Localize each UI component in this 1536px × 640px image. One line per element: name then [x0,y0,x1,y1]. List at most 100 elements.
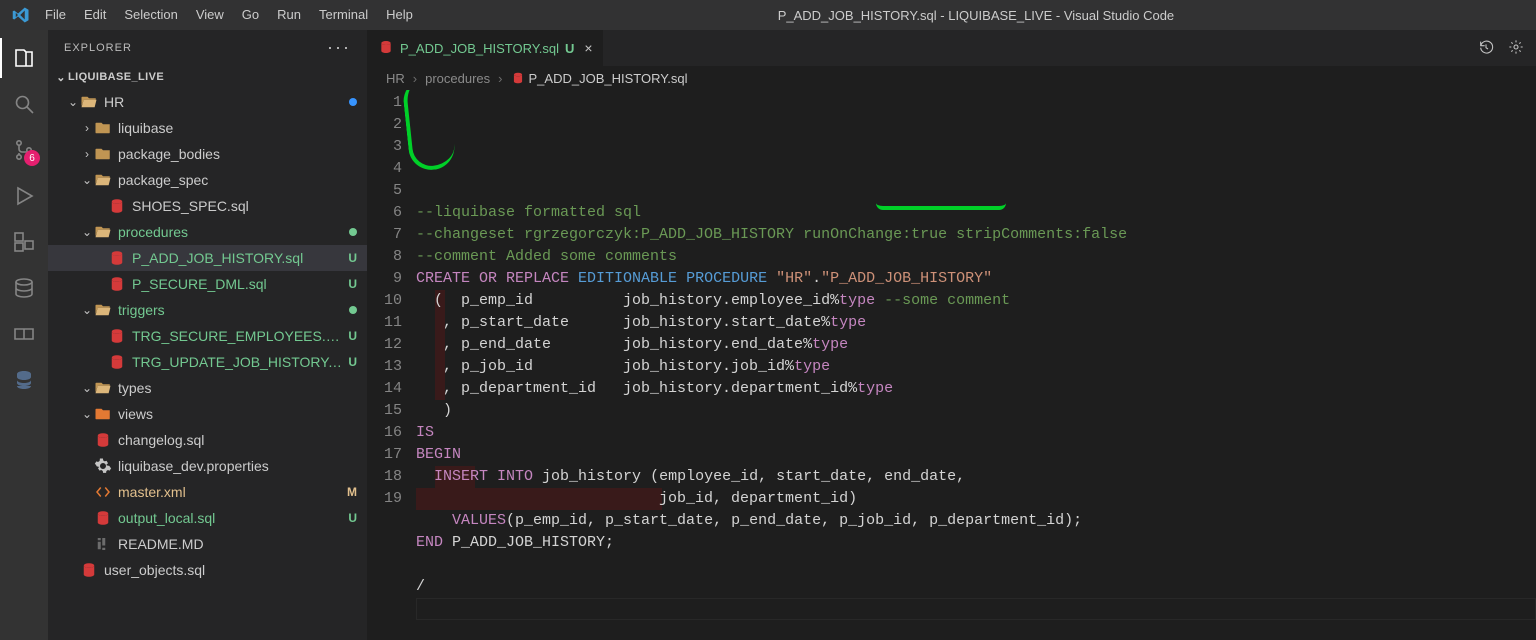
menu-item-run[interactable]: Run [268,7,310,22]
code-line[interactable]: END P_ADD_JOB_HISTORY; [416,532,1536,554]
chevron-down-icon: ⌄ [54,71,68,84]
modified-dot-icon [349,306,357,314]
vscode-logo-icon [12,6,30,24]
tree-file[interactable]: TRG_SECURE_EMPLOYEES.sqlU [48,323,367,349]
code-line[interactable]: , p_end_date job_history.end_date%type [416,334,1536,356]
folder-views-icon [94,405,112,423]
chevron-right-icon: › [409,71,421,86]
breadcrumb-item[interactable]: P_ADD_JOB_HISTORY.sql [529,71,688,86]
tree-folder[interactable]: ⌄package_spec [48,167,367,193]
code-content[interactable]: --liquibase formatted sql--changeset rgr… [416,92,1536,640]
tree-item-label: changelog.sql [118,432,357,448]
code-line[interactable]: / [416,576,1536,598]
chevron-icon: ⌄ [80,407,94,421]
database-file-icon [94,509,112,527]
code-line[interactable]: BEGIN [416,444,1536,466]
code-line[interactable]: , p_job_id job_history.job_id%type [416,356,1536,378]
database-file-icon [511,71,525,85]
tree-item-label: procedures [118,224,349,240]
tree-folder[interactable]: ⌄views [48,401,367,427]
database-file-icon [108,353,126,371]
code-line[interactable] [416,598,1536,620]
breadcrumbs[interactable]: HR › procedures › P_ADD_JOB_HISTORY.sql [368,66,1536,90]
activity-database-icon[interactable] [0,268,48,308]
code-line[interactable]: job_id, department_id) [416,488,1536,510]
activity-scm-icon[interactable]: 6 [0,130,48,170]
menu-item-selection[interactable]: Selection [115,7,186,22]
editor-tab[interactable]: P_ADD_JOB_HISTORY.sql U × [368,30,604,66]
tree-file[interactable]: user_objects.sql [48,557,367,583]
tree-file[interactable]: changelog.sql [48,427,367,453]
tree-item-label: triggers [118,302,349,318]
code-line[interactable]: --liquibase formatted sql [416,202,1536,224]
database-file-icon [108,275,126,293]
tab-status: U [565,41,574,56]
activity-remote-icon[interactable] [0,314,48,354]
code-line[interactable]: ( p_emp_id job_history.employee_id%type … [416,290,1536,312]
sidebar-section[interactable]: ⌄ LIQUIBASE_LIVE [48,65,367,89]
chevron-icon: ⌄ [66,95,80,109]
code-line[interactable]: IS [416,422,1536,444]
tree-file[interactable]: output_local.sql U [48,505,367,531]
code-editor[interactable]: 12345678910111213141516171819 --liquibas… [368,90,1536,640]
code-line[interactable]: --changeset rgrzegorczyk:P_ADD_JOB_HISTO… [416,224,1536,246]
tree-folder[interactable]: ⌄HR [48,89,367,115]
scm-status-badge: U [348,511,357,525]
activity-extensions-icon[interactable] [0,222,48,262]
tree-folder[interactable]: ⌄procedures [48,219,367,245]
tree-folder[interactable]: ›package_bodies [48,141,367,167]
sidebar-more-icon[interactable]: ··· [327,37,351,58]
tree-file[interactable]: P_SECURE_DML.sqlU [48,271,367,297]
editor-settings-icon[interactable] [1508,39,1524,58]
activity-liquibase-icon[interactable] [0,360,48,400]
scm-status-badge: U [348,355,357,369]
folder-open-icon [94,301,112,319]
breadcrumb-item[interactable]: procedures [425,71,490,86]
code-line[interactable] [416,554,1536,576]
tree-file[interactable]: master.xmlM [48,479,367,505]
code-line[interactable]: --comment Added some comments [416,246,1536,268]
tree-item-label: TRG_SECURE_EMPLOYEES.sql [132,328,342,344]
database-file-icon [94,431,112,449]
code-line[interactable]: ) [416,400,1536,422]
tree-item-label: package_spec [118,172,357,188]
modified-dot-icon [349,98,357,106]
code-line[interactable]: , p_start_date job_history.start_date%ty… [416,312,1536,334]
tree-file[interactable]: README.MD [48,531,367,557]
breadcrumb-item[interactable]: HR [386,71,405,86]
activity-search-icon[interactable] [0,84,48,124]
menu-item-file[interactable]: File [36,7,75,22]
menu-item-edit[interactable]: Edit [75,7,115,22]
editor: P_ADD_JOB_HISTORY.sql U × HR › procedure… [368,30,1536,640]
database-file-icon [108,327,126,345]
tree-item-label: master.xml [118,484,341,500]
tree-folder[interactable]: ⌄triggers [48,297,367,323]
tree-item-label: P_ADD_JOB_HISTORY.sql [132,250,342,266]
tree-file[interactable]: liquibase_dev.properties [48,453,367,479]
activity-debug-icon[interactable] [0,176,48,216]
scm-badge: 6 [24,150,40,166]
activity-explorer-icon[interactable] [0,38,48,78]
code-line[interactable]: , p_department_id job_history.department… [416,378,1536,400]
folder-icon [94,145,112,163]
tab-close-icon[interactable]: × [584,40,592,56]
tree-item-label: output_local.sql [118,510,342,526]
chevron-icon: › [80,147,94,161]
tree-file[interactable]: TRG_UPDATE_JOB_HISTORY.sqlU [48,349,367,375]
menu-item-terminal[interactable]: Terminal [310,7,377,22]
file-tree: ⌄HR›liquibase›package_bodies⌄package_spe… [48,89,367,640]
tree-folder[interactable]: ⌄types [48,375,367,401]
tree-folder[interactable]: ›liquibase [48,115,367,141]
tree-file[interactable]: P_ADD_JOB_HISTORY.sql U [48,245,367,271]
editor-history-icon[interactable] [1478,39,1494,58]
scm-status-badge: U [348,251,357,265]
tree-file[interactable]: SHOES_SPEC.sql [48,193,367,219]
tree-item-label: liquibase [118,120,357,136]
code-line[interactable]: CREATE OR REPLACE EDITIONABLE PROCEDURE … [416,268,1536,290]
menu-item-go[interactable]: Go [233,7,268,22]
code-line[interactable]: VALUES(p_emp_id, p_start_date, p_end_dat… [416,510,1536,532]
code-line[interactable]: INSERT INTO job_history (employee_id, st… [416,466,1536,488]
menu-item-help[interactable]: Help [377,7,422,22]
folder-open-icon [94,379,112,397]
menu-item-view[interactable]: View [187,7,233,22]
